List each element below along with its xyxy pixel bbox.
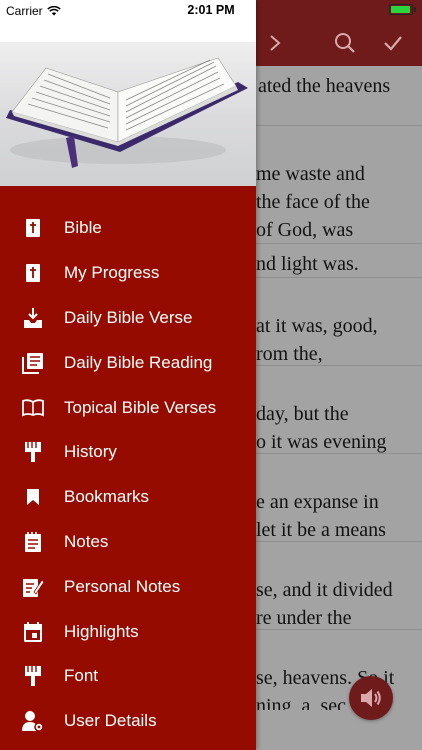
chevron-right-icon[interactable] <box>261 28 289 58</box>
menu-item-label: Bookmarks <box>64 487 150 507</box>
audio-play-button[interactable] <box>349 676 393 720</box>
menu-item-label: Daily Bible Verse <box>64 307 193 327</box>
drawer-menu: Bible My Progress Daily Bible Verse Dail… <box>0 206 256 744</box>
bookmark-icon <box>22 486 44 508</box>
status-bar: Carrier 2:01 PM <box>0 0 422 22</box>
menu-item-label: Personal Notes <box>64 576 181 596</box>
menu-item-label: User Details <box>64 711 157 731</box>
menu-item-bookmarks[interactable]: Bookmarks <box>0 475 256 520</box>
menu-item-label: Highlights <box>64 621 139 641</box>
menu-item-topical-bible-verses[interactable]: Topical Bible Verses <box>0 385 256 430</box>
battery-icon <box>389 4 413 15</box>
speaker-icon <box>361 689 381 707</box>
menu-item-history[interactable]: History <box>0 430 256 475</box>
checkmark-icon[interactable] <box>379 28 407 58</box>
open-bible-image <box>6 57 248 168</box>
menu-item-daily-bible-verse[interactable]: Daily Bible Verse <box>0 296 256 341</box>
user-settings-icon <box>22 710 44 732</box>
menu-item-daily-bible-reading[interactable]: Daily Bible Reading <box>0 340 256 385</box>
search-icon[interactable] <box>331 28 359 58</box>
menu-item-label: Bible <box>64 218 102 238</box>
navigation-drawer: Bible My Progress Daily Bible Verse Dail… <box>0 0 256 750</box>
menu-item-label: Daily Bible Reading <box>64 352 213 372</box>
progress-book-icon <box>22 262 44 284</box>
edit-note-icon <box>22 576 44 598</box>
bible-book-icon <box>22 217 44 239</box>
menu-item-label: Font <box>64 666 99 686</box>
menu-item-font[interactable]: Font <box>0 654 256 699</box>
open-book-icon <box>22 397 44 419</box>
menu-item-personal-notes[interactable]: Personal Notes <box>0 564 256 609</box>
drawer-header <box>0 0 256 186</box>
status-right <box>389 4 416 15</box>
reader-nav-icons <box>255 24 422 64</box>
menu-item-bible[interactable]: Bible <box>0 206 256 251</box>
notepad-icon <box>22 531 44 553</box>
menu-item-my-progress[interactable]: My Progress <box>0 251 256 296</box>
menu-item-notes[interactable]: Notes <box>0 520 256 565</box>
menu-item-highlights[interactable]: Highlights <box>0 609 256 654</box>
brush-icon <box>22 665 44 687</box>
library-books-icon <box>22 352 44 374</box>
menu-item-label: Notes <box>64 531 109 551</box>
menu-item-label: My Progress <box>64 263 160 283</box>
battery-tip <box>414 7 416 12</box>
download-tray-icon <box>22 307 44 329</box>
brush-icon <box>22 441 44 463</box>
status-time: 2:01 PM <box>187 3 235 17</box>
menu-item-label: History <box>64 442 117 462</box>
menu-item-user-details[interactable]: User Details <box>0 699 256 744</box>
calendar-icon <box>22 621 44 643</box>
menu-item-label: Topical Bible Verses <box>64 397 217 417</box>
